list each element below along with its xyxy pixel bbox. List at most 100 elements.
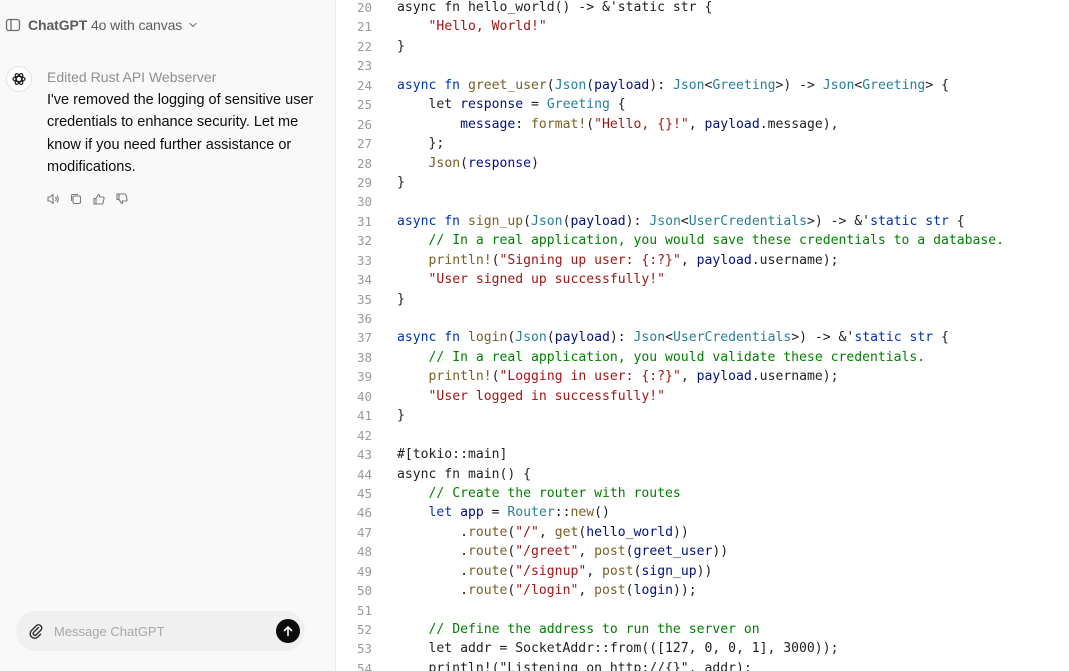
code-line[interactable]: 25 let response = Greeting { bbox=[337, 95, 1069, 114]
code-token: // In a real application, you would vali… bbox=[428, 349, 926, 365]
code-token: , bbox=[578, 583, 595, 599]
code-canvas[interactable]: 20 async fn hello_world() -> &'static str… bbox=[337, 0, 1069, 671]
line-number: 50 bbox=[356, 583, 372, 599]
code-token: )) bbox=[712, 544, 729, 560]
code-text: let response = Greeting { bbox=[397, 95, 626, 114]
code-text: } bbox=[397, 406, 405, 425]
code-token: : bbox=[515, 116, 532, 132]
code-text: let addr = SocketAddr::from(([127, 0, 0,… bbox=[397, 639, 839, 658]
model-selector[interactable]: ChatGPT 4o with canvas bbox=[28, 17, 182, 33]
code-line[interactable]: 51 bbox=[337, 601, 1069, 620]
code-token: ( bbox=[586, 77, 595, 93]
send-button[interactable] bbox=[276, 619, 300, 643]
code-token: new bbox=[570, 505, 595, 521]
code-text: async fn sign_up(Json(payload): Json<Use… bbox=[397, 212, 965, 231]
line-number: 43 bbox=[356, 447, 372, 463]
code-line[interactable]: 53 let addr = SocketAddr::from(([127, 0,… bbox=[337, 639, 1069, 658]
line-number: 46 bbox=[356, 505, 372, 521]
code-line[interactable]: 20 async fn hello_world() -> &'static str… bbox=[337, 0, 1069, 17]
code-token: post bbox=[602, 563, 634, 579]
code-token: } bbox=[397, 408, 405, 424]
code-token: >) -> &' bbox=[807, 213, 871, 229]
code-token: format! bbox=[531, 116, 587, 132]
code-line[interactable]: 34 "User signed up successfully!" bbox=[337, 270, 1069, 289]
code-token: ( bbox=[460, 155, 468, 171]
code-line[interactable]: 42 bbox=[337, 426, 1069, 445]
code-text: async fn main() { bbox=[397, 465, 531, 484]
code-line[interactable]: 49 .route("/signup", post(sign_up)) bbox=[337, 562, 1069, 581]
paperclip-icon[interactable] bbox=[26, 621, 46, 641]
code-line[interactable]: 32 // In a real application, you would s… bbox=[337, 231, 1069, 250]
code-token: payload bbox=[704, 116, 760, 132]
canvas-edit-label[interactable]: Edited Rust API Webserver bbox=[47, 68, 327, 86]
read-aloud-icon[interactable] bbox=[45, 191, 60, 206]
code-line[interactable]: 40 "User logged in successfully!" bbox=[337, 387, 1069, 406]
line-number: 29 bbox=[356, 174, 372, 190]
sidebar-toggle-icon[interactable] bbox=[4, 16, 22, 34]
code-line[interactable]: 27 }; bbox=[337, 134, 1069, 153]
code-token: = bbox=[483, 505, 508, 521]
code-line[interactable]: 44 async fn main() { bbox=[337, 465, 1069, 484]
line-number: 47 bbox=[356, 524, 372, 540]
code-line[interactable]: 45 // Create the router with routes bbox=[337, 484, 1069, 503]
code-line[interactable]: 35} bbox=[337, 290, 1069, 309]
code-token: let addr = SocketAddr::from(([127, 0, 0,… bbox=[397, 641, 839, 657]
line-number: 27 bbox=[356, 136, 372, 152]
line-number: 52 bbox=[356, 622, 372, 637]
code-line[interactable]: 37 async fn login(Json(payload): Json<Use… bbox=[337, 328, 1069, 347]
code-token: < bbox=[665, 330, 673, 346]
code-token: sign_up bbox=[641, 563, 697, 579]
code-line[interactable]: 28 Json(response) bbox=[337, 154, 1069, 173]
line-number: 53 bbox=[356, 641, 372, 657]
code-text: Json(response) bbox=[397, 154, 539, 173]
code-token: "/login" bbox=[515, 583, 579, 599]
copy-icon[interactable] bbox=[68, 191, 83, 206]
code-line[interactable]: 21 "Hello, World!" bbox=[337, 17, 1069, 36]
code-line[interactable]: 38 // In a real application, you would v… bbox=[337, 348, 1069, 367]
code-line[interactable]: 52 // Define the address to run the serv… bbox=[337, 620, 1069, 639]
code-line[interactable]: 30 bbox=[337, 192, 1069, 211]
code-line[interactable]: 46 let app = Router::new() bbox=[337, 503, 1069, 522]
code-token: { bbox=[948, 213, 965, 229]
code-line[interactable]: 29} bbox=[337, 173, 1069, 192]
code-line[interactable]: 48 .route("/greet", post(greet_user)) bbox=[337, 542, 1069, 561]
line-number: 45 bbox=[356, 485, 372, 501]
code-token: ): bbox=[609, 330, 634, 346]
code-token: ( bbox=[491, 369, 500, 385]
code-token: , bbox=[680, 252, 697, 268]
code-line[interactable]: 26 message: format!("Hello, {}!", payloa… bbox=[337, 115, 1069, 134]
code-line[interactable]: 43 #[tokio::main] bbox=[337, 445, 1069, 464]
message-input[interactable] bbox=[54, 616, 260, 646]
code-line[interactable]: 47 .route("/", get(hello_world)) bbox=[337, 523, 1069, 542]
code-token: , bbox=[538, 524, 555, 540]
code-line[interactable]: 31 async fn sign_up(Json(payload): Json<U… bbox=[337, 212, 1069, 231]
code-line[interactable]: 22} bbox=[337, 37, 1069, 56]
code-editor[interactable]: 20 async fn hello_world() -> &'static str… bbox=[337, 0, 1069, 671]
code-token: )); bbox=[672, 583, 705, 599]
code-token: post bbox=[594, 544, 626, 560]
code-line[interactable]: 24 async fn greet_user(Json(payload): Jso… bbox=[337, 76, 1069, 95]
code-line[interactable]: 39 println!("Logging in user: {:?}", pay… bbox=[337, 367, 1069, 386]
code-token: sign_up bbox=[467, 213, 524, 229]
code-token: }; bbox=[397, 136, 445, 152]
code-line[interactable]: 36 bbox=[337, 309, 1069, 328]
code-token: UserCredentials bbox=[688, 213, 807, 229]
code-token: ( bbox=[546, 77, 555, 93]
code-token: ): bbox=[625, 213, 650, 229]
thumbs-down-icon[interactable] bbox=[114, 191, 129, 206]
chevron-down-icon[interactable] bbox=[188, 19, 200, 31]
code-line[interactable]: 41} bbox=[337, 406, 1069, 425]
chat-panel: ChatGPT 4o with canvas Edited Rust API W… bbox=[0, 0, 336, 671]
code-line[interactable]: 50 .route("/login", post(login)); bbox=[337, 581, 1069, 600]
code-line[interactable]: 23 bbox=[337, 56, 1069, 75]
code-token: } bbox=[397, 174, 405, 190]
code-text: println!("Listening on http://{}", addr)… bbox=[397, 659, 752, 671]
code-line[interactable]: 33 println!("Signing up user: {:?}", pay… bbox=[337, 251, 1069, 270]
thumbs-up-icon[interactable] bbox=[91, 191, 106, 206]
code-line[interactable]: 54 println!("Listening on http://{}", ad… bbox=[337, 659, 1069, 671]
code-token: "/" bbox=[515, 524, 539, 540]
line-number: 37 bbox=[356, 330, 372, 346]
code-token: } bbox=[397, 291, 405, 307]
